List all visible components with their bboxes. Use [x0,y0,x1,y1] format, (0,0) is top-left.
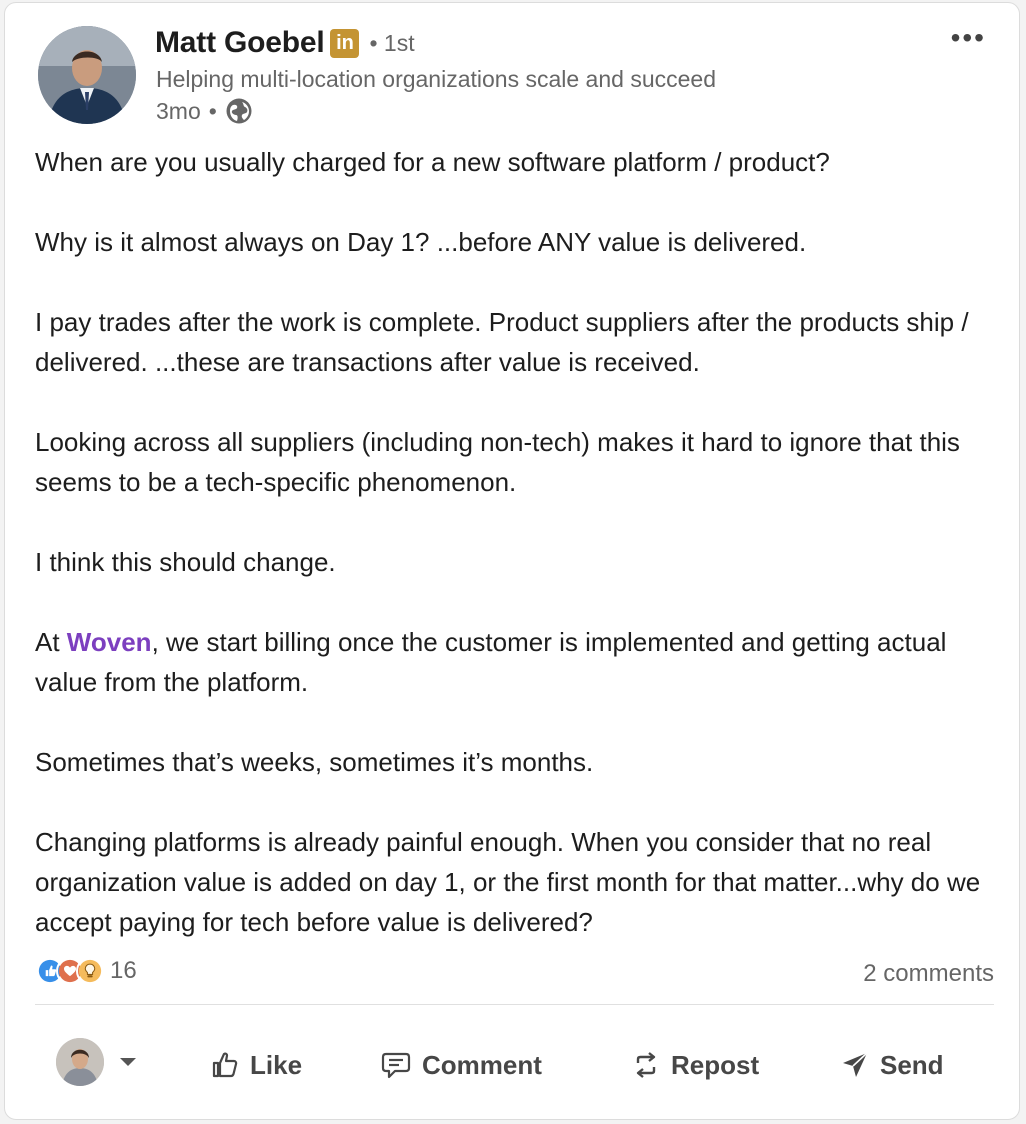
company-mention-link[interactable]: Woven [67,627,152,657]
like-label: Like [250,1049,303,1080]
author-avatar[interactable] [38,26,136,124]
post-paragraph: When are you usually charged for a new s… [35,147,830,177]
linkedin-premium-icon: in [330,28,360,58]
reactions-summary[interactable]: 16 [36,957,137,985]
repost-icon [636,1052,656,1078]
send-icon [843,1052,868,1077]
post-paragraph: I think this should change. [35,547,336,577]
author-row: Matt Goebel in • 1st [155,26,415,60]
insightful-reaction-icon [76,957,104,985]
comment-button[interactable]: Comment [380,1034,542,1096]
more-options-button[interactable]: ••• [951,22,986,54]
author-name[interactable]: Matt Goebel [155,26,325,60]
post-paragraph: Changing platforms is already painful en… [35,827,981,937]
thumbs-up-icon [212,1052,238,1078]
post-paragraph: Why is it almost always on Day 1? ...bef… [35,227,807,257]
comment-icon [381,1052,411,1079]
repost-button[interactable]: Repost [631,1034,759,1096]
paragraph-text: At [35,627,67,657]
post-paragraph: Sometimes that’s weeks, sometimes it’s m… [35,747,594,777]
send-label: Send [880,1049,944,1080]
reaction-count: 16 [110,957,137,984]
post-body: When are you usually charged for a new s… [35,142,995,942]
post-paragraph: At Woven, we start billing once the cust… [35,622,995,702]
comment-label: Comment [422,1049,542,1080]
like-button[interactable]: Like [210,1034,302,1096]
divider [35,1004,994,1005]
author-photo [38,26,136,124]
post-paragraph: Looking across all suppliers (including … [35,427,960,497]
post-paragraph: I pay trades after the work is complete.… [35,307,969,377]
post-age: 3mo [156,97,201,124]
post-meta: 3mo • [156,97,253,125]
actions-bar: Like Comment Repost Send [0,1034,1026,1096]
comments-count-link[interactable]: 2 comments [863,960,994,988]
repost-label: Repost [671,1049,760,1080]
author-headline: Helping multi-location organizations sca… [156,66,716,92]
send-button[interactable]: Send [840,1034,944,1096]
globe-icon [226,98,252,124]
paragraph-text: , we start billing once the customer is … [35,627,947,697]
connection-degree: • 1st [369,29,415,56]
meta-separator: • [208,97,217,124]
